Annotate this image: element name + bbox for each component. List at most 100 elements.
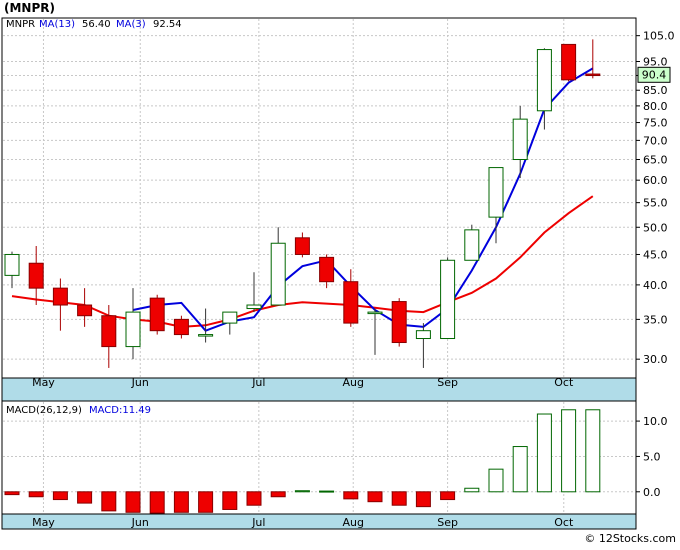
- price-y-tick-label: 85.0: [643, 84, 668, 97]
- macd-bar: [415, 491, 431, 508]
- month-label: Oct: [554, 516, 574, 529]
- price-y-tick-label: 60.0: [643, 174, 668, 187]
- watermark: © 12Stocks.com: [584, 532, 676, 545]
- candle-body: [464, 229, 480, 261]
- macd-bar: [488, 468, 504, 493]
- price-y-tick-label: 50.0: [643, 221, 668, 234]
- candle-body: [415, 330, 431, 340]
- month-label: Aug: [342, 516, 363, 529]
- macd-y-tick-label: 5.0: [643, 450, 661, 463]
- candle-body: [561, 43, 577, 81]
- month-label: May: [32, 516, 55, 529]
- candle-body: [246, 304, 262, 310]
- legend-ma13-label: MA(13): [39, 19, 75, 30]
- macd-bar: [101, 491, 117, 512]
- candle-body: [222, 311, 238, 324]
- macd-bar: [52, 491, 68, 501]
- candle-body: [270, 242, 286, 306]
- legend-symbol: MNPR: [6, 19, 35, 30]
- macd-bar: [77, 491, 93, 504]
- macd-legend: MACD(26,12,9) MACD:11.49: [6, 405, 151, 416]
- price-y-tick-label: 45.0: [643, 248, 668, 261]
- macd-bar: [585, 409, 601, 493]
- candle-body: [440, 259, 456, 340]
- macd-bar: [536, 413, 552, 493]
- macd-bar: [561, 409, 577, 493]
- candle-body: [173, 318, 189, 336]
- candle-body: [585, 73, 601, 77]
- month-label: Jul: [251, 516, 265, 529]
- macd-y-tick-label: 10.0: [643, 415, 668, 428]
- price-y-tick-label: 80.0: [643, 100, 668, 113]
- legend-ma3-label: MA(3): [116, 19, 146, 30]
- legend-ma3-value: 92.54: [153, 19, 182, 30]
- candle-body: [101, 315, 117, 348]
- macd-bar: [319, 490, 335, 493]
- candle: [464, 224, 480, 261]
- candle-body: [52, 287, 68, 306]
- macd-bar: [294, 490, 310, 493]
- candle: [561, 43, 577, 82]
- price-y-tick-label: 70.0: [643, 134, 668, 147]
- candle-body: [125, 311, 141, 348]
- macd-x-axis-band: [1, 513, 637, 530]
- macd-bar: [464, 487, 480, 493]
- month-label: Jun: [131, 376, 149, 389]
- month-label: Sep: [437, 376, 458, 389]
- candle-body: [149, 297, 165, 332]
- candle-body: [488, 167, 504, 218]
- last-price-marker: 90.4: [637, 66, 671, 83]
- month-label: Oct: [554, 376, 574, 389]
- macd-bar: [198, 491, 214, 513]
- macd-bar: [391, 491, 407, 506]
- month-label: Aug: [342, 376, 363, 389]
- candle: [440, 257, 456, 340]
- price-x-axis-band: [1, 377, 637, 403]
- month-label: Sep: [437, 516, 458, 529]
- macd-bar: [512, 446, 528, 493]
- macd-bar: [28, 491, 44, 498]
- chart-title: (MNPR): [4, 1, 55, 15]
- candle-body: [536, 49, 552, 112]
- legend-ma13-value: 56.40: [82, 19, 111, 30]
- macd-bar: [440, 491, 456, 501]
- stock-chart: May Jun Jul Aug Sep Oct 30.0 35.0 40.0 45.0 50.0 5…: [0, 0, 680, 546]
- candle-body: [198, 334, 214, 337]
- price-y-tick-label: 75.0: [643, 117, 668, 130]
- candle: [149, 294, 165, 335]
- candle-body: [77, 304, 93, 317]
- macd-y-tick-label: 0.0: [643, 486, 661, 499]
- price-y-tick-label: 65.0: [643, 154, 668, 167]
- last-price-label: 90.4: [642, 68, 667, 81]
- candle-body: [367, 311, 383, 315]
- price-y-tick-label: 95.0: [643, 56, 668, 69]
- macd-bar: [125, 491, 141, 513]
- macd-bar: [367, 491, 383, 503]
- price-y-tick-label: 105.0: [643, 30, 675, 43]
- candle-body: [391, 301, 407, 344]
- price-y-tick-label: 35.0: [643, 313, 668, 326]
- candle: [391, 298, 407, 347]
- macd-legend-value: MACD:11.49: [89, 405, 151, 416]
- macd-legend-label: MACD(26,12,9): [6, 405, 82, 416]
- candle-body: [294, 237, 310, 255]
- price-y-tick-label: 40.0: [643, 279, 668, 292]
- price-legend: MNPR MA(13) 56.40 MA(3) 92.54: [6, 19, 182, 30]
- price-y-tick-label: 30.0: [643, 353, 668, 366]
- month-label: Jul: [251, 376, 265, 389]
- macd-bar: [173, 491, 189, 513]
- macd-bar: [343, 491, 359, 500]
- candle-body: [319, 256, 335, 283]
- macd-bar: [270, 491, 286, 498]
- candle-body: [343, 281, 359, 324]
- candle-body: [28, 262, 44, 289]
- macd-bar: [222, 491, 238, 510]
- macd-bar: [246, 491, 262, 506]
- month-label: May: [32, 376, 55, 389]
- macd-bar: [4, 491, 20, 496]
- month-label: Jun: [131, 516, 149, 529]
- macd-bar: [149, 491, 165, 514]
- candle-body: [4, 253, 20, 276]
- chart-canvas: May Jun Jul Aug Sep Oct 30.0 35.0 40.0 45.0 50.0 5…: [0, 0, 680, 546]
- price-y-tick-label: 55.0: [643, 197, 668, 210]
